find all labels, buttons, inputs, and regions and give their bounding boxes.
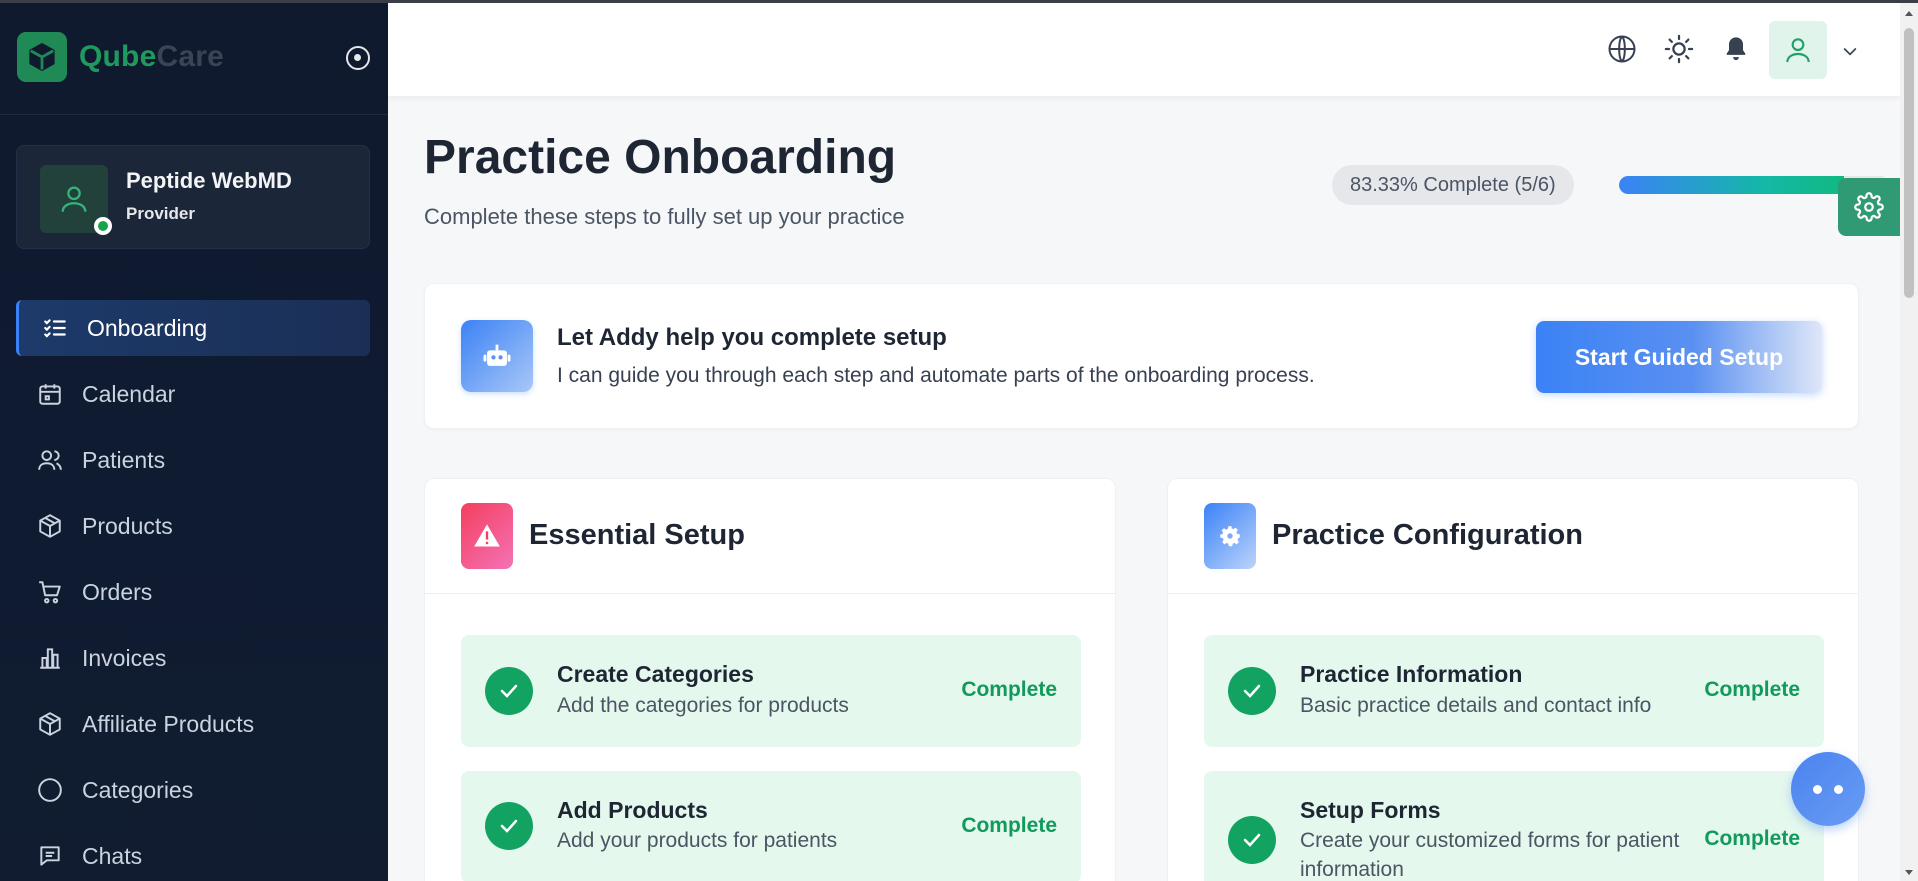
start-guided-setup-button[interactable]: Start Guided Setup [1536, 321, 1822, 393]
task-create-categories[interactable]: Create Categories Add the categories for… [461, 635, 1081, 747]
task-description: Add the categories for products [557, 694, 849, 717]
sidebar-item-patients[interactable]: Patients [16, 432, 370, 488]
panel-title: Practice Configuration [1272, 519, 1583, 551]
chat-assistant-fab[interactable] [1791, 752, 1865, 826]
globe-icon[interactable] [1606, 33, 1638, 65]
check-circle-icon [1228, 667, 1276, 715]
page-subtitle: Complete these steps to fully set up you… [424, 204, 905, 229]
sidebar-item-label: Chats [82, 842, 143, 869]
chat-icon [36, 842, 64, 870]
task-title: Add Products [557, 797, 708, 823]
window-top-border [0, 0, 1918, 3]
scrollbar-thumb[interactable] [1904, 28, 1914, 298]
task-description: Basic practice details and contact info [1300, 694, 1652, 717]
sun-icon[interactable] [1663, 33, 1695, 65]
robot-icon [461, 320, 533, 392]
task-status: Complete [961, 678, 1057, 701]
brand-name[interactable]: QubeCare [79, 40, 224, 74]
addy-title: Let Addy help you complete setup [557, 324, 947, 351]
sidebar-item-orders[interactable]: Orders [16, 564, 370, 620]
user-profile-card[interactable]: Peptide WebMD Provider [16, 145, 370, 249]
bell-icon[interactable] [1720, 33, 1752, 65]
bar-chart-icon [36, 644, 64, 672]
settings-gear-tab[interactable] [1838, 178, 1900, 236]
brand-name-part1: Qube [79, 40, 157, 73]
list-check-icon [41, 314, 69, 342]
sidebar-item-label: Orders [82, 578, 153, 605]
sidebar-toggle-icon[interactable] [346, 46, 370, 70]
task-status: Complete [1704, 827, 1800, 850]
sidebar-item-chats[interactable]: Chats [16, 828, 370, 881]
online-status-dot [94, 217, 112, 235]
sidebar-item-calendar[interactable]: Calendar [16, 366, 370, 422]
brand-name-part2: Care [156, 40, 224, 73]
panel-header: Practice Configuration [1168, 479, 1858, 594]
avatar [40, 165, 112, 235]
task-description: Add your products for patients [557, 829, 838, 852]
check-circle-icon [485, 802, 533, 850]
sidebar-item-onboarding[interactable]: Onboarding [16, 300, 370, 356]
addy-description: I can guide you through each step and au… [557, 364, 1315, 387]
panel-header: Essential Setup [425, 479, 1115, 594]
task-title: Setup Forms [1300, 797, 1441, 823]
sidebar-item-label: Categories [82, 776, 194, 803]
task-add-products[interactable]: Add Products Add your products for patie… [461, 771, 1081, 881]
user-icon [61, 186, 87, 212]
task-status: Complete [961, 814, 1057, 837]
progress-badge: 83.33% Complete (5/6) [1332, 165, 1574, 205]
box-icon [36, 710, 64, 738]
sidebar-item-products[interactable]: Products [16, 498, 370, 554]
fab-eye-left [1813, 784, 1822, 794]
calendar-icon [36, 380, 64, 408]
brand-header: QubeCare [0, 0, 388, 115]
circle-icon [36, 776, 64, 804]
user-menu-avatar[interactable] [1769, 21, 1827, 79]
page-title: Practice Onboarding [424, 131, 897, 184]
sidebar-item-affiliate-products[interactable]: Affiliate Products [16, 696, 370, 752]
cart-icon [36, 578, 64, 606]
sidebar-item-label: Affiliate Products [82, 710, 255, 737]
check-circle-icon [1228, 816, 1276, 864]
task-practice-information[interactable]: Practice Information Basic practice deta… [1204, 635, 1824, 747]
sidebar-item-invoices[interactable]: Invoices [16, 630, 370, 686]
sidebar: QubeCare Peptide WebMD Provider Onboardi… [0, 0, 388, 881]
scroll-up-arrow-icon[interactable] [1905, 11, 1913, 16]
addy-assistant-card: Let Addy help you complete setup I can g… [424, 283, 1859, 429]
users-icon [36, 446, 64, 474]
sidebar-item-label: Invoices [82, 644, 167, 671]
user-role: Provider [126, 204, 195, 223]
cube-logo-icon[interactable] [17, 32, 67, 82]
sidebar-item-categories[interactable]: Categories [16, 762, 370, 818]
task-title: Create Categories [557, 661, 754, 687]
sidebar-item-label: Onboarding [87, 314, 208, 341]
sidebar-item-label: Patients [82, 446, 166, 473]
chevron-down-icon[interactable] [1840, 41, 1860, 66]
task-setup-forms[interactable]: Setup Forms Create your customized forms… [1204, 771, 1824, 881]
sidebar-nav: Onboarding Calendar Patients Products Or… [16, 300, 370, 881]
practice-configuration-panel: Practice Configuration Practice Informat… [1167, 478, 1859, 881]
page-scrollbar[interactable] [1900, 3, 1918, 881]
panel-title: Essential Setup [529, 519, 745, 551]
box-icon [36, 512, 64, 540]
scroll-down-arrow-icon[interactable] [1905, 870, 1913, 875]
fab-eye-right [1834, 784, 1843, 794]
progress-bar-fill [1619, 176, 1844, 194]
essential-setup-panel: Essential Setup Create Categories Add th… [424, 478, 1116, 881]
check-circle-icon [485, 667, 533, 715]
gear-icon [1204, 503, 1256, 569]
top-bar [388, 3, 1900, 96]
warning-icon [461, 503, 513, 569]
sidebar-item-label: Products [82, 512, 173, 539]
user-name: Peptide WebMD [126, 168, 292, 193]
task-status: Complete [1704, 678, 1800, 701]
sidebar-item-label: Calendar [82, 380, 176, 407]
task-title: Practice Information [1300, 661, 1523, 687]
task-description: Create your customized forms for patient… [1300, 829, 1680, 881]
user-icon [1786, 38, 1810, 63]
gear-icon [1854, 192, 1884, 222]
